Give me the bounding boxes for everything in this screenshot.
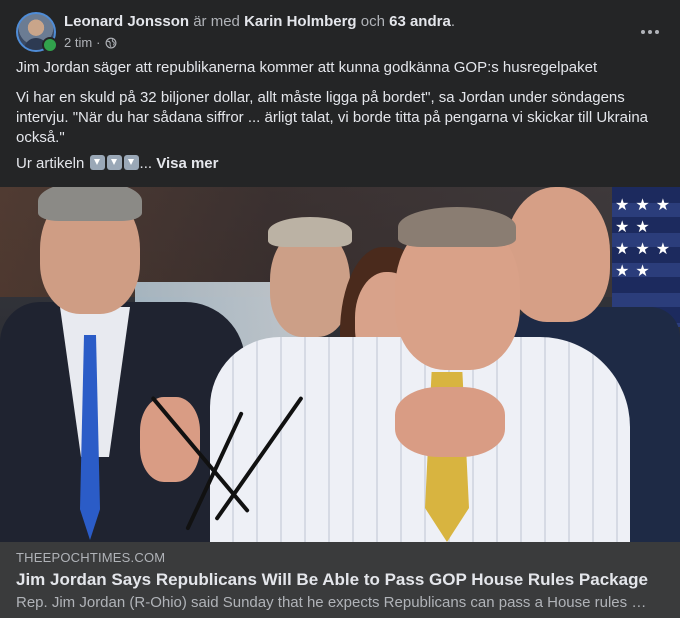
- down-arrow-emoji-icon: [106, 155, 122, 170]
- author-line: Leonard Jonsson är med Karin Holmberg oc…: [64, 13, 455, 31]
- post-card: Leonard Jonsson är med Karin Holmberg oc…: [0, 0, 680, 618]
- more-options-icon[interactable]: [632, 14, 668, 50]
- period: .: [450, 13, 455, 30]
- author-name[interactable]: Leonard Jonsson: [64, 13, 189, 30]
- globe-icon[interactable]: [105, 37, 117, 49]
- post-headline: Jim Jordan säger att republikanerna komm…: [16, 59, 598, 76]
- link-preview[interactable]: THEEPOCHTIMES.COM Jim Jordan Says Republ…: [0, 542, 680, 618]
- down-arrow-emoji-icon: [123, 155, 139, 170]
- link-description: Rep. Jim Jordan (R-Ohio) said Sunday tha…: [16, 594, 647, 611]
- online-status-icon: [42, 37, 58, 53]
- ellipsis: ...: [139, 155, 153, 172]
- and-text: och: [360, 13, 385, 30]
- tagged-person[interactable]: Karin Holmberg: [244, 13, 357, 30]
- post-article-line: Ur artikeln ... Visa mer: [16, 154, 656, 174]
- article-prefix: Ur artikeln: [16, 155, 85, 172]
- meta-separator: ·: [96, 35, 101, 50]
- link-title[interactable]: Jim Jordan Says Republicans Will Be Able…: [16, 570, 648, 590]
- link-domain: THEEPOCHTIMES.COM: [16, 550, 166, 565]
- author-avatar[interactable]: [16, 12, 58, 53]
- with-text: är med: [193, 13, 240, 30]
- post-quote: Vi har en skuld på 32 biljoner dollar, a…: [16, 89, 649, 146]
- down-arrow-emoji-icon: [89, 155, 105, 170]
- others-link[interactable]: 63 andra: [389, 13, 451, 30]
- post-timestamp[interactable]: 2 tim: [64, 35, 92, 50]
- article-image[interactable]: ★★★ ★★ ★★★ ★★: [0, 187, 680, 542]
- see-more-link[interactable]: Visa mer: [156, 155, 218, 172]
- post-meta: 2 tim ·: [64, 35, 117, 50]
- post-header: Leonard Jonsson är med Karin Holmberg oc…: [16, 12, 656, 56]
